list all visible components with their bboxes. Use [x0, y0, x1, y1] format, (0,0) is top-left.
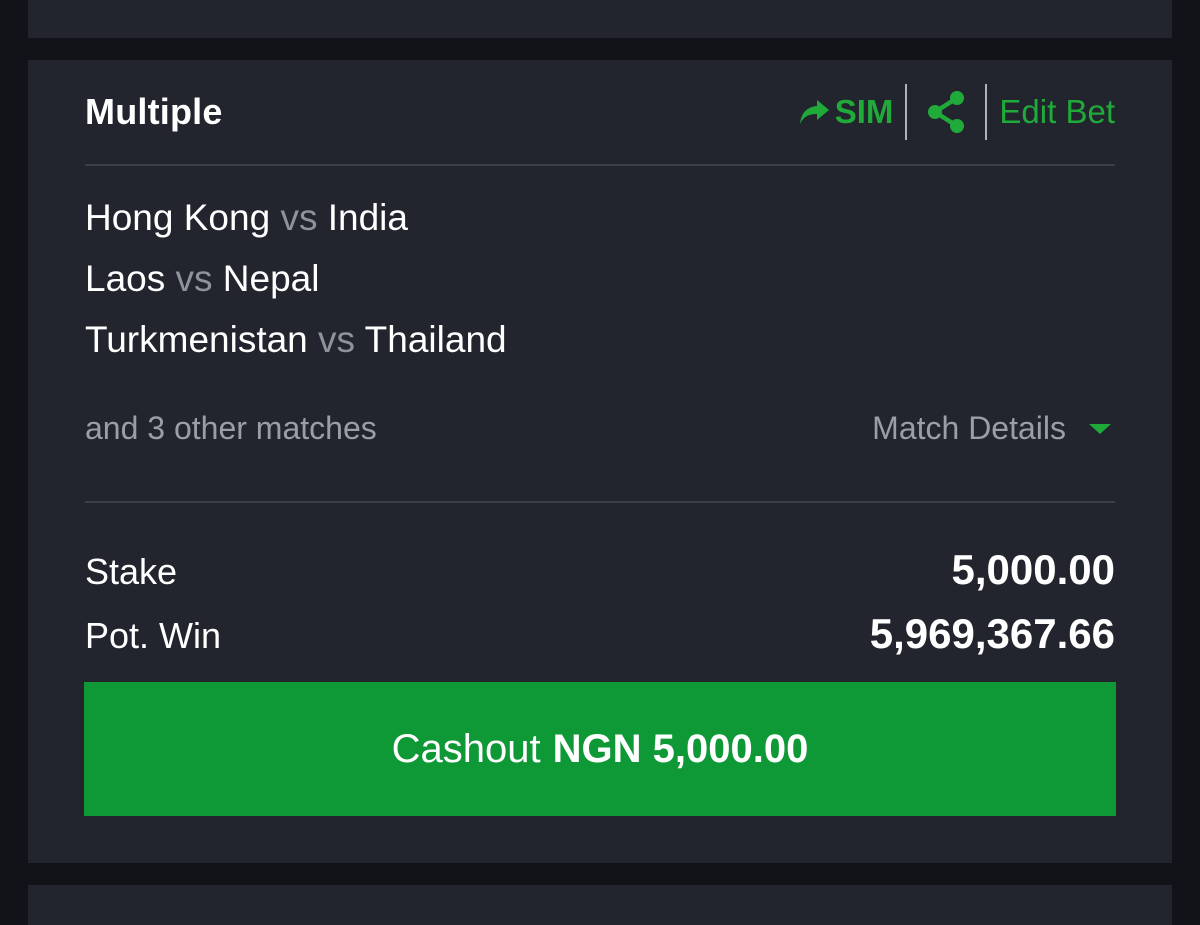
share-icon — [928, 91, 965, 133]
action-separator — [905, 84, 908, 140]
action-separator — [985, 84, 988, 140]
potential-win-row: Pot. Win 5,969,367.66 — [85, 610, 1115, 658]
caret-down-icon — [1089, 423, 1111, 434]
share-arrow-icon — [799, 100, 829, 124]
bet-card: Multiple SIM Edit Bet Hong Kong vs India… — [28, 60, 1172, 863]
stake-label: Stake — [85, 551, 178, 592]
sim-button[interactable]: SIM — [797, 93, 906, 131]
bet-actions: SIM Edit Bet — [797, 84, 1115, 140]
match-item: Turkmenistan vs Thailand — [85, 317, 507, 378]
vs-label: vs — [318, 319, 356, 360]
stake-value: 5,000.00 — [951, 546, 1116, 593]
sim-label: SIM — [834, 93, 894, 130]
divider — [85, 501, 1115, 503]
away-team: India — [327, 197, 408, 238]
share-button[interactable] — [907, 84, 985, 140]
potential-win-value: 5,969,367.66 — [869, 610, 1115, 657]
match-details-toggle[interactable]: Match Details — [872, 410, 1115, 447]
match-details-label: Match Details — [872, 410, 1066, 446]
match-item: Laos vs Nepal — [85, 256, 507, 317]
cashout-label: Cashout — [391, 726, 541, 771]
previous-bet-card — [28, 0, 1172, 38]
bet-card-header: Multiple SIM Edit Bet — [85, 60, 1115, 166]
vs-label: vs — [280, 197, 318, 238]
home-team: Laos — [85, 258, 166, 299]
cashout-amount: NGN 5,000.00 — [552, 726, 809, 771]
vs-label: vs — [175, 258, 213, 299]
away-team: Thailand — [364, 319, 507, 360]
away-team: Nepal — [222, 258, 320, 299]
home-team: Turkmenistan — [85, 319, 308, 360]
home-team: Hong Kong — [85, 197, 271, 238]
bet-type-title: Multiple — [85, 91, 223, 132]
other-matches-count: and 3 other matches — [85, 410, 377, 446]
potential-win-label: Pot. Win — [85, 615, 222, 656]
match-list: Hong Kong vs India Laos vs Nepal Turkmen… — [85, 195, 507, 378]
match-item: Hong Kong vs India — [85, 195, 507, 256]
edit-bet-button[interactable]: Edit Bet — [987, 93, 1115, 131]
cashout-button[interactable]: Cashout NGN 5,000.00 — [84, 682, 1116, 816]
next-bet-card — [28, 885, 1172, 925]
stake-row: Stake 5,000.00 — [85, 546, 1115, 594]
